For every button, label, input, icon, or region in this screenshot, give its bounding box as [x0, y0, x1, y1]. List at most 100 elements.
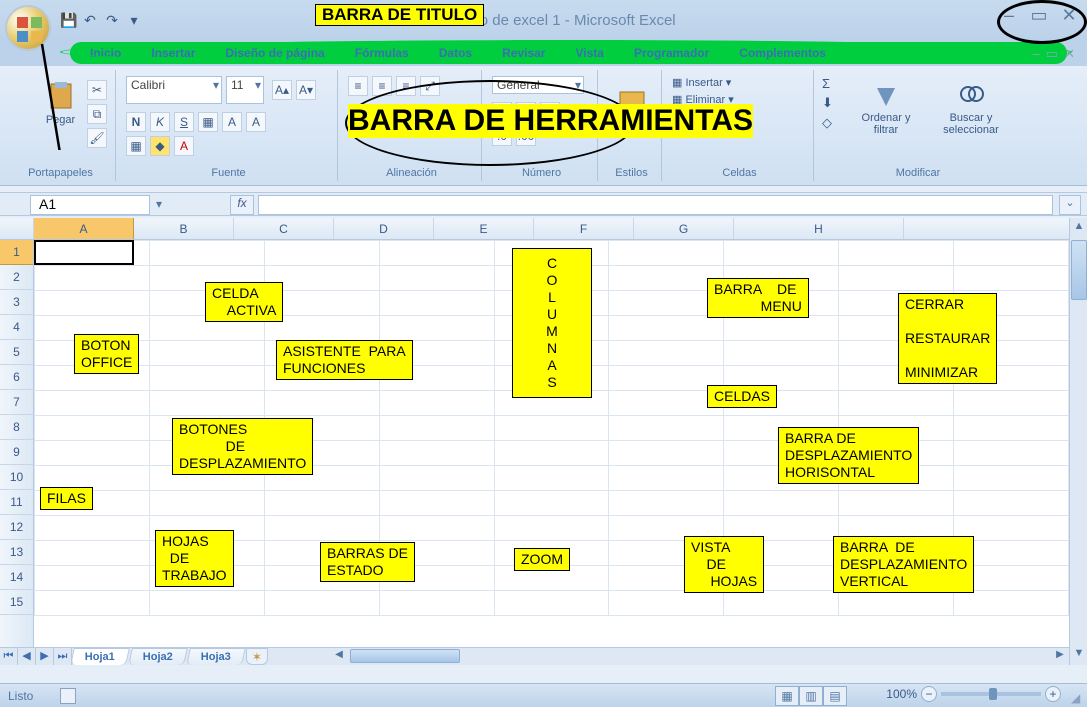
row-header-15[interactable]: 15	[0, 590, 33, 615]
row-header-13[interactable]: 13	[0, 540, 33, 565]
cell[interactable]	[35, 416, 150, 441]
shrink-font-icon[interactable]: A▾	[296, 80, 316, 100]
sort-filter-button[interactable]: Ordenar y filtrar	[850, 80, 922, 140]
cell[interactable]	[494, 591, 609, 616]
sheet-nav-prev[interactable]: ◀	[18, 648, 36, 665]
format-painter-icon[interactable]: 🖌	[87, 128, 107, 148]
cell[interactable]	[264, 591, 379, 616]
cell[interactable]	[609, 341, 724, 366]
row-header-7[interactable]: 7	[0, 390, 33, 415]
col-header-c[interactable]: C	[234, 218, 334, 239]
fill-color-icon[interactable]: ◆	[150, 136, 170, 156]
cell[interactable]	[379, 291, 494, 316]
cell[interactable]	[724, 591, 839, 616]
align-bot-icon[interactable]: ≡	[396, 76, 416, 96]
cell[interactable]	[35, 566, 150, 591]
scroll-down-icon[interactable]: ▼	[1071, 647, 1087, 663]
row-header-12[interactable]: 12	[0, 515, 33, 540]
cell[interactable]	[494, 491, 609, 516]
styles-button[interactable]: Estilos	[602, 84, 661, 134]
cell[interactable]	[839, 241, 954, 266]
wb-close-icon[interactable]: ✕	[1064, 46, 1075, 62]
save-icon[interactable]: 💾	[60, 12, 76, 28]
cell[interactable]	[379, 491, 494, 516]
horizontal-scrollbar[interactable]: ◀ ▶	[330, 647, 1069, 665]
cell[interactable]	[149, 366, 264, 391]
currency-icon[interactable]: $	[492, 102, 512, 122]
scroll-left-icon[interactable]: ◀	[332, 649, 346, 663]
cell[interactable]	[839, 391, 954, 416]
col-header-g[interactable]: G	[634, 218, 734, 239]
scroll-right-icon[interactable]: ▶	[1053, 649, 1067, 663]
cell[interactable]	[379, 266, 494, 291]
cell[interactable]	[494, 466, 609, 491]
delete-cells-button[interactable]: ▦ Eliminar ▾	[672, 93, 807, 106]
cell[interactable]	[609, 591, 724, 616]
inc-decimal-icon[interactable]: .0	[492, 126, 512, 146]
bold-button[interactable]: N	[126, 112, 146, 132]
align-right-icon[interactable]: ≡	[396, 104, 416, 124]
cell[interactable]	[379, 241, 494, 266]
font-size-combo[interactable]: 11	[226, 76, 264, 104]
cell[interactable]	[494, 416, 609, 441]
comma-icon[interactable]: 000	[540, 102, 560, 122]
cell[interactable]	[609, 466, 724, 491]
row-header-11[interactable]: 11	[0, 490, 33, 515]
cell[interactable]	[35, 266, 150, 291]
cell[interactable]	[839, 266, 954, 291]
cell[interactable]	[609, 491, 724, 516]
row-header-4[interactable]: 4	[0, 315, 33, 340]
insert-cells-button[interactable]: ▦ Insertar ▾	[672, 76, 807, 89]
cell[interactable]	[379, 466, 494, 491]
name-box-dropdown-icon[interactable]: ▾	[156, 197, 162, 211]
wb-minimize-icon[interactable]: –	[1033, 46, 1040, 62]
cell[interactable]	[954, 266, 1069, 291]
copy-icon[interactable]: ⧉	[87, 104, 107, 124]
orientation-icon[interactable]: ⤢	[420, 76, 440, 96]
align-mid-icon[interactable]: ≡	[372, 76, 392, 96]
row-header-3[interactable]: 3	[0, 290, 33, 315]
row-header-1[interactable]: 1	[0, 240, 33, 265]
tab-insertar[interactable]: Insertar	[151, 46, 195, 60]
underline-button[interactable]: S	[174, 112, 194, 132]
cell[interactable]	[149, 391, 264, 416]
resize-grip-icon[interactable]: ◢	[1071, 691, 1085, 705]
cell[interactable]	[264, 241, 379, 266]
col-header-e[interactable]: E	[434, 218, 534, 239]
tab-revisar[interactable]: Revisar	[502, 46, 545, 60]
office-button[interactable]	[5, 5, 51, 51]
cell[interactable]	[609, 441, 724, 466]
fill-icon[interactable]: ⬇	[822, 95, 833, 111]
cell[interactable]	[149, 241, 264, 266]
autosum-icon[interactable]: Σ	[822, 76, 833, 91]
row-header-9[interactable]: 9	[0, 440, 33, 465]
formula-input[interactable]	[258, 195, 1053, 215]
tab-formulas[interactable]: Fórmulas	[355, 46, 409, 60]
cell[interactable]	[954, 391, 1069, 416]
number-format-combo[interactable]: General	[492, 76, 584, 94]
cell[interactable]	[954, 591, 1069, 616]
redo-icon[interactable]: ↷	[104, 12, 120, 28]
cut-icon[interactable]: ✂	[87, 80, 107, 100]
cell[interactable]	[954, 441, 1069, 466]
cell[interactable]	[609, 241, 724, 266]
cell[interactable]	[35, 591, 150, 616]
sheet-nav-last[interactable]: ⏭	[54, 648, 72, 665]
tab-diseno[interactable]: Diseño de página	[225, 46, 324, 60]
zoom-level[interactable]: 100%	[886, 687, 917, 701]
row-header-5[interactable]: 5	[0, 340, 33, 365]
cell[interactable]	[35, 516, 150, 541]
cell[interactable]	[149, 341, 264, 366]
col-header-h[interactable]: H	[734, 218, 904, 239]
sheet-nav-next[interactable]: ▶	[36, 648, 54, 665]
row-header-6[interactable]: 6	[0, 365, 33, 390]
cell[interactable]	[264, 491, 379, 516]
vscroll-thumb[interactable]	[1071, 240, 1087, 300]
tab-datos[interactable]: Datos	[439, 46, 472, 60]
cell[interactable]	[264, 516, 379, 541]
view-normal-icon[interactable]: ▦	[775, 686, 799, 706]
cell[interactable]	[724, 241, 839, 266]
border-menu-icon[interactable]: ▦	[126, 136, 146, 156]
border-button[interactable]: ▦	[198, 112, 218, 132]
tab-complementos[interactable]: Complementos	[739, 46, 826, 60]
